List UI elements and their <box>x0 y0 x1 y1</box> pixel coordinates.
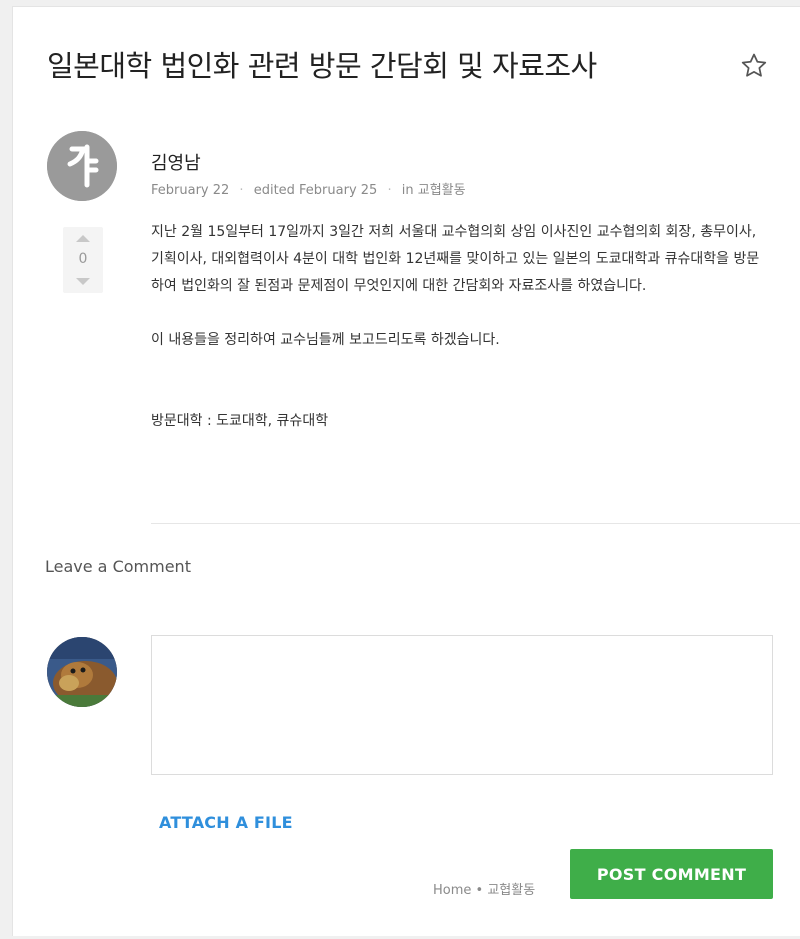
comment-heading: Leave a Comment <box>45 557 191 576</box>
post-date: February 22 <box>151 183 230 198</box>
author-name[interactable]: 김영남 <box>151 149 201 175</box>
caret-down-icon[interactable] <box>76 278 90 285</box>
breadcrumb-category[interactable]: 교협활동 <box>487 883 535 898</box>
divider <box>151 523 800 524</box>
post-category-link[interactable]: 교협활동 <box>418 183 466 198</box>
post-meta: February 22 · edited February 25 · in 교협… <box>151 179 466 198</box>
discussion-panel: 일본대학 법인화 관련 방문 간담회 및 자료조사 김영남 February 2… <box>12 6 800 936</box>
discussion-title: 일본대학 법인화 관련 방문 간담회 및 자료조사 <box>47 49 597 83</box>
breadcrumb-separator: • <box>475 883 484 898</box>
author-avatar[interactable] <box>47 131 117 201</box>
breadcrumb: Home • 교협활동 <box>433 879 535 898</box>
post-paragraph: 이 내용들을 정리하여 교수님들께 보고드리도록 하겠습니다. <box>151 332 500 348</box>
comment-textarea[interactable] <box>151 635 773 775</box>
star-icon[interactable] <box>739 51 769 81</box>
author-initial-glyph-icon <box>47 131 117 201</box>
breadcrumb-home[interactable]: Home <box>433 883 471 898</box>
post-body: 지난 2월 15일부터 17일까지 3일간 저희 서울대 교수협의회 상임 이사… <box>151 219 763 435</box>
user-avatar-image <box>47 637 117 707</box>
post-paragraph: 지난 2월 15일부터 17일까지 3일간 저희 서울대 교수협의회 상임 이사… <box>151 224 760 294</box>
meta-separator: · <box>239 183 244 198</box>
category-prefix: in <box>401 183 414 198</box>
attach-file-link[interactable]: ATTACH A FILE <box>159 813 293 832</box>
meta-separator: · <box>387 183 392 198</box>
caret-up-icon[interactable] <box>76 235 90 242</box>
post-comment-button[interactable]: POST COMMENT <box>570 849 773 899</box>
vote-widget: 0 <box>63 227 103 293</box>
post-paragraph: 방문대학 : 도쿄대학, 큐슈대학 <box>151 413 329 429</box>
user-avatar[interactable] <box>47 637 117 707</box>
vote-count: 0 <box>78 251 88 267</box>
post-edited: edited February 25 <box>253 183 378 198</box>
